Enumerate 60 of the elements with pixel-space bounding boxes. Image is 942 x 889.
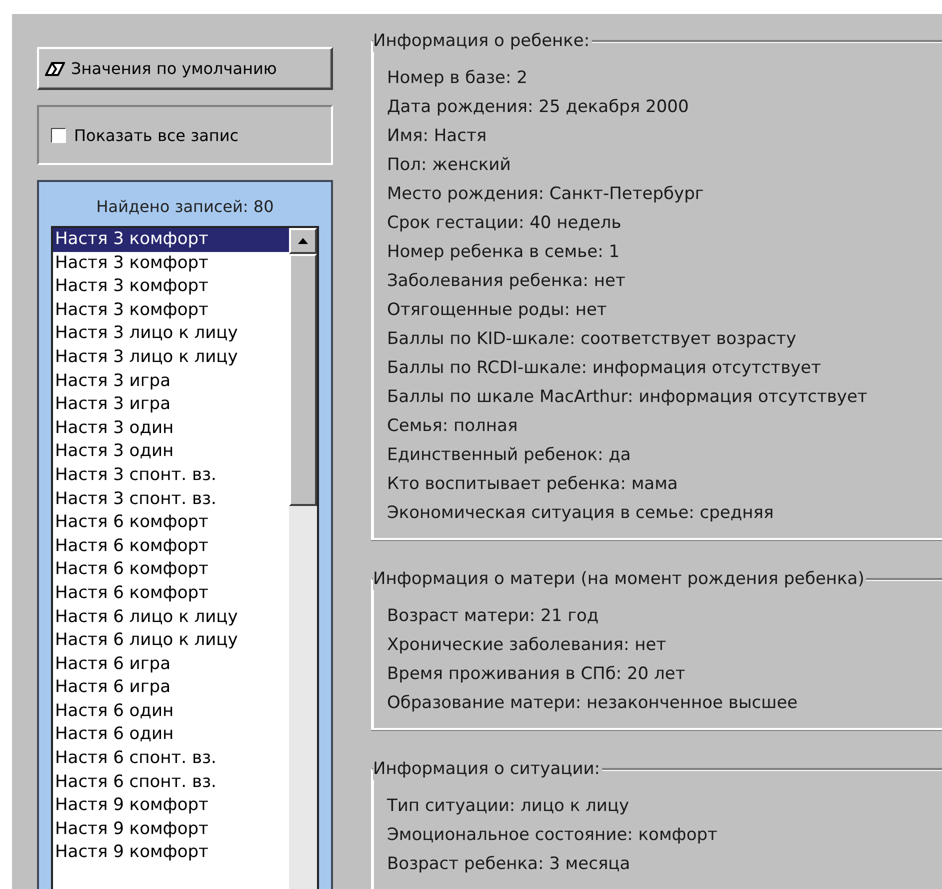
info-line: Семья: полная: [387, 415, 519, 438]
list-item[interactable]: Настя 6 игра: [53, 652, 289, 676]
list-item[interactable]: Настя 6 лицо к лицу: [53, 606, 289, 630]
list-item[interactable]: Настя 3 комфорт: [53, 228, 289, 252]
list-item[interactable]: Настя 3 лицо к лицу: [53, 346, 289, 370]
info-line: Номер ребенка в семье: 1: [387, 241, 621, 264]
info-line: Тип ситуации: лицо к лицу: [387, 795, 630, 818]
list-item[interactable]: Настя 9 комфорт: [53, 818, 289, 842]
info-line: Образование матери: незаконченное высшее: [387, 692, 799, 715]
list-item[interactable]: Настя 6 лицо к лицу: [53, 629, 289, 653]
list-item[interactable]: Настя 3 игра: [53, 393, 289, 417]
scrollbar[interactable]: [289, 228, 317, 889]
info-line: Время проживания в СПб: 20 лет: [387, 663, 686, 686]
info-line: Возраст ребенка: 3 месяца: [387, 853, 632, 876]
list-item[interactable]: Настя 6 спонт. вз.: [53, 747, 289, 771]
records-list[interactable]: [51, 226, 319, 889]
defaults-button[interactable]: Значения по умолчанию: [37, 47, 333, 90]
info-line: Отягощенные роды: нет: [387, 299, 608, 322]
scroll-thumb[interactable]: [289, 254, 317, 506]
scroll-up-button[interactable]: [289, 228, 317, 254]
list-item[interactable]: Настя 6 один: [53, 723, 289, 748]
info-line: Заболевания ребенка: нет: [387, 270, 626, 293]
info-line: Срок гестации: 40 недель: [387, 212, 622, 235]
list-item[interactable]: Настя 6 комфорт: [53, 582, 289, 606]
list-item[interactable]: Настя 6 спонт. вз.: [53, 770, 289, 794]
list-item[interactable]: Настя 3 комфорт: [53, 252, 289, 276]
list-item[interactable]: Настя 3 комфорт: [53, 275, 289, 299]
list-item[interactable]: Настя 3 лицо к лицу: [53, 322, 289, 346]
list-item[interactable]: Настя 3 один: [53, 440, 289, 464]
list-item[interactable]: Настя 6 игра: [53, 676, 289, 700]
list-item[interactable]: Настя 6 комфорт: [53, 558, 289, 582]
info-line: Баллы по шкале MacArthur: информация отсутствует: [387, 386, 868, 409]
group-title: Информация о матери (на момент рождения ребенка): [373, 568, 866, 590]
list-item[interactable]: Настя 3 спонт. вз.: [53, 488, 289, 512]
info-line: Номер в базе: 2: [387, 67, 528, 90]
eraser-icon: [45, 62, 65, 76]
list-item[interactable]: Настя 9 комфорт: [53, 794, 289, 818]
info-line: Пол: женский: [387, 154, 512, 177]
records-count: Найдено записей: 80: [95, 196, 275, 218]
up-arrow-icon: [298, 238, 308, 244]
info-line: Баллы по RCDI-шкале: информация отсутствует: [387, 357, 822, 380]
list-item[interactable]: Настя 3 один: [53, 416, 289, 440]
list-item[interactable]: Настя 6 один: [53, 700, 289, 724]
info-line: Баллы по KID-шкале: соответствует возрасту: [387, 328, 798, 351]
info-line: Место рождения: Санкт-Петербург: [387, 183, 705, 206]
list-item[interactable]: Настя 6 комфорт: [53, 534, 289, 558]
info-line: Дата рождения: 25 декабря 2000: [387, 96, 690, 119]
list-item[interactable]: Настя 3 игра: [53, 370, 289, 394]
info-line: Хронические заболевания: нет: [387, 634, 668, 657]
list-item[interactable]: Настя 9 комфорт: [53, 841, 289, 866]
info-line: Эмоциональное состояние: комфорт: [387, 824, 718, 847]
info-line: Возраст матери: 21 год: [387, 605, 600, 628]
group-title: Информация о ребенке:: [373, 30, 592, 52]
info-line: Единственный ребенок: да: [387, 444, 632, 467]
list-item[interactable]: Настя 3 спонт. вз.: [53, 464, 289, 488]
list-item[interactable]: Настя 3 комфорт: [53, 298, 289, 322]
list-item[interactable]: Настя 6 комфорт: [53, 511, 289, 535]
info-line: Экономическая ситуация в семье: средняя: [387, 502, 775, 525]
info-line: Кто воспитывает ребенка: мама: [387, 473, 679, 496]
info-line: Имя: Настя: [387, 125, 488, 148]
